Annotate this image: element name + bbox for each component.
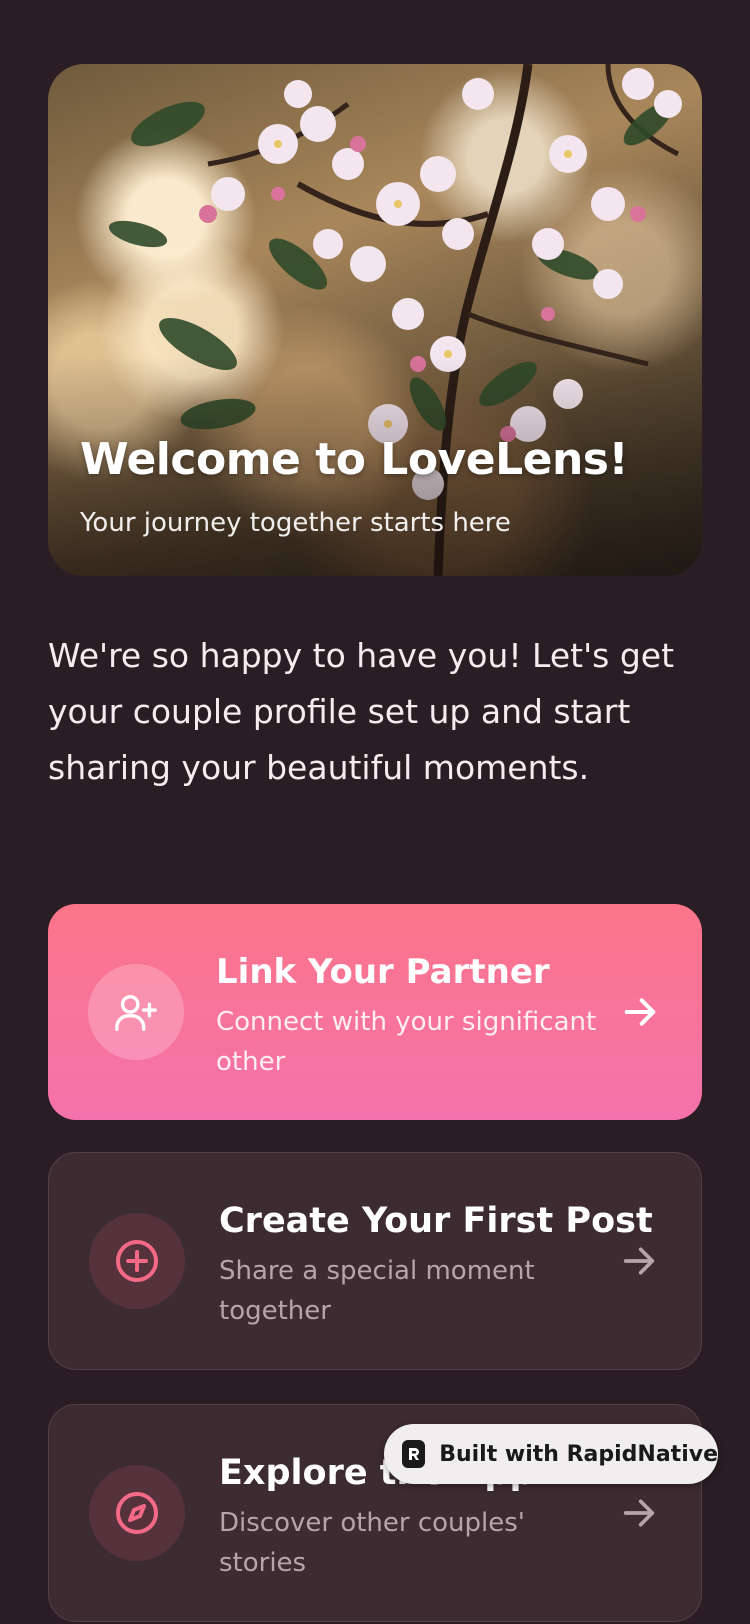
intro-text: We're so happy to have you! Let's get yo… (48, 636, 675, 787)
arrow-right-icon (623, 1247, 655, 1275)
link-partner-card[interactable]: Link Your Partner Connect with your sign… (48, 904, 702, 1120)
link-partner-description: Connect with your significant other (216, 1007, 597, 1077)
user-plus-icon (115, 994, 157, 1031)
plus-circle-icon (116, 1240, 158, 1282)
create-post-title: Create Your First Post (219, 1201, 653, 1241)
create-post-card[interactable]: Create Your First Post Share a special m… (48, 1152, 702, 1370)
compass-icon (116, 1492, 158, 1534)
link-partner-icon-wrap (88, 964, 184, 1060)
arrow-right-icon (623, 1499, 655, 1527)
hero-title: Welcome to LoveLens! (80, 434, 629, 485)
rapidnative-r-glyph (408, 1448, 419, 1460)
rapidnative-logo-icon (402, 1440, 426, 1468)
built-with-badge[interactable]: Built with RapidNative (384, 1424, 718, 1484)
hero-subtitle: Your journey together starts here (80, 508, 511, 538)
explore-app-description: Discover other couples' stories (219, 1508, 525, 1578)
create-post-icon-wrap (89, 1213, 185, 1309)
hero-image-card: Welcome to LoveLens! Your journey togeth… (48, 64, 702, 576)
arrow-right-icon (624, 998, 656, 1026)
badge-label: Built with RapidNative (439, 1441, 718, 1467)
create-post-description: Share a special moment together (219, 1256, 535, 1326)
explore-icon-wrap (89, 1465, 185, 1561)
welcome-screen: Welcome to LoveLens! Your journey togeth… (0, 0, 750, 1624)
link-partner-title: Link Your Partner (216, 952, 550, 992)
